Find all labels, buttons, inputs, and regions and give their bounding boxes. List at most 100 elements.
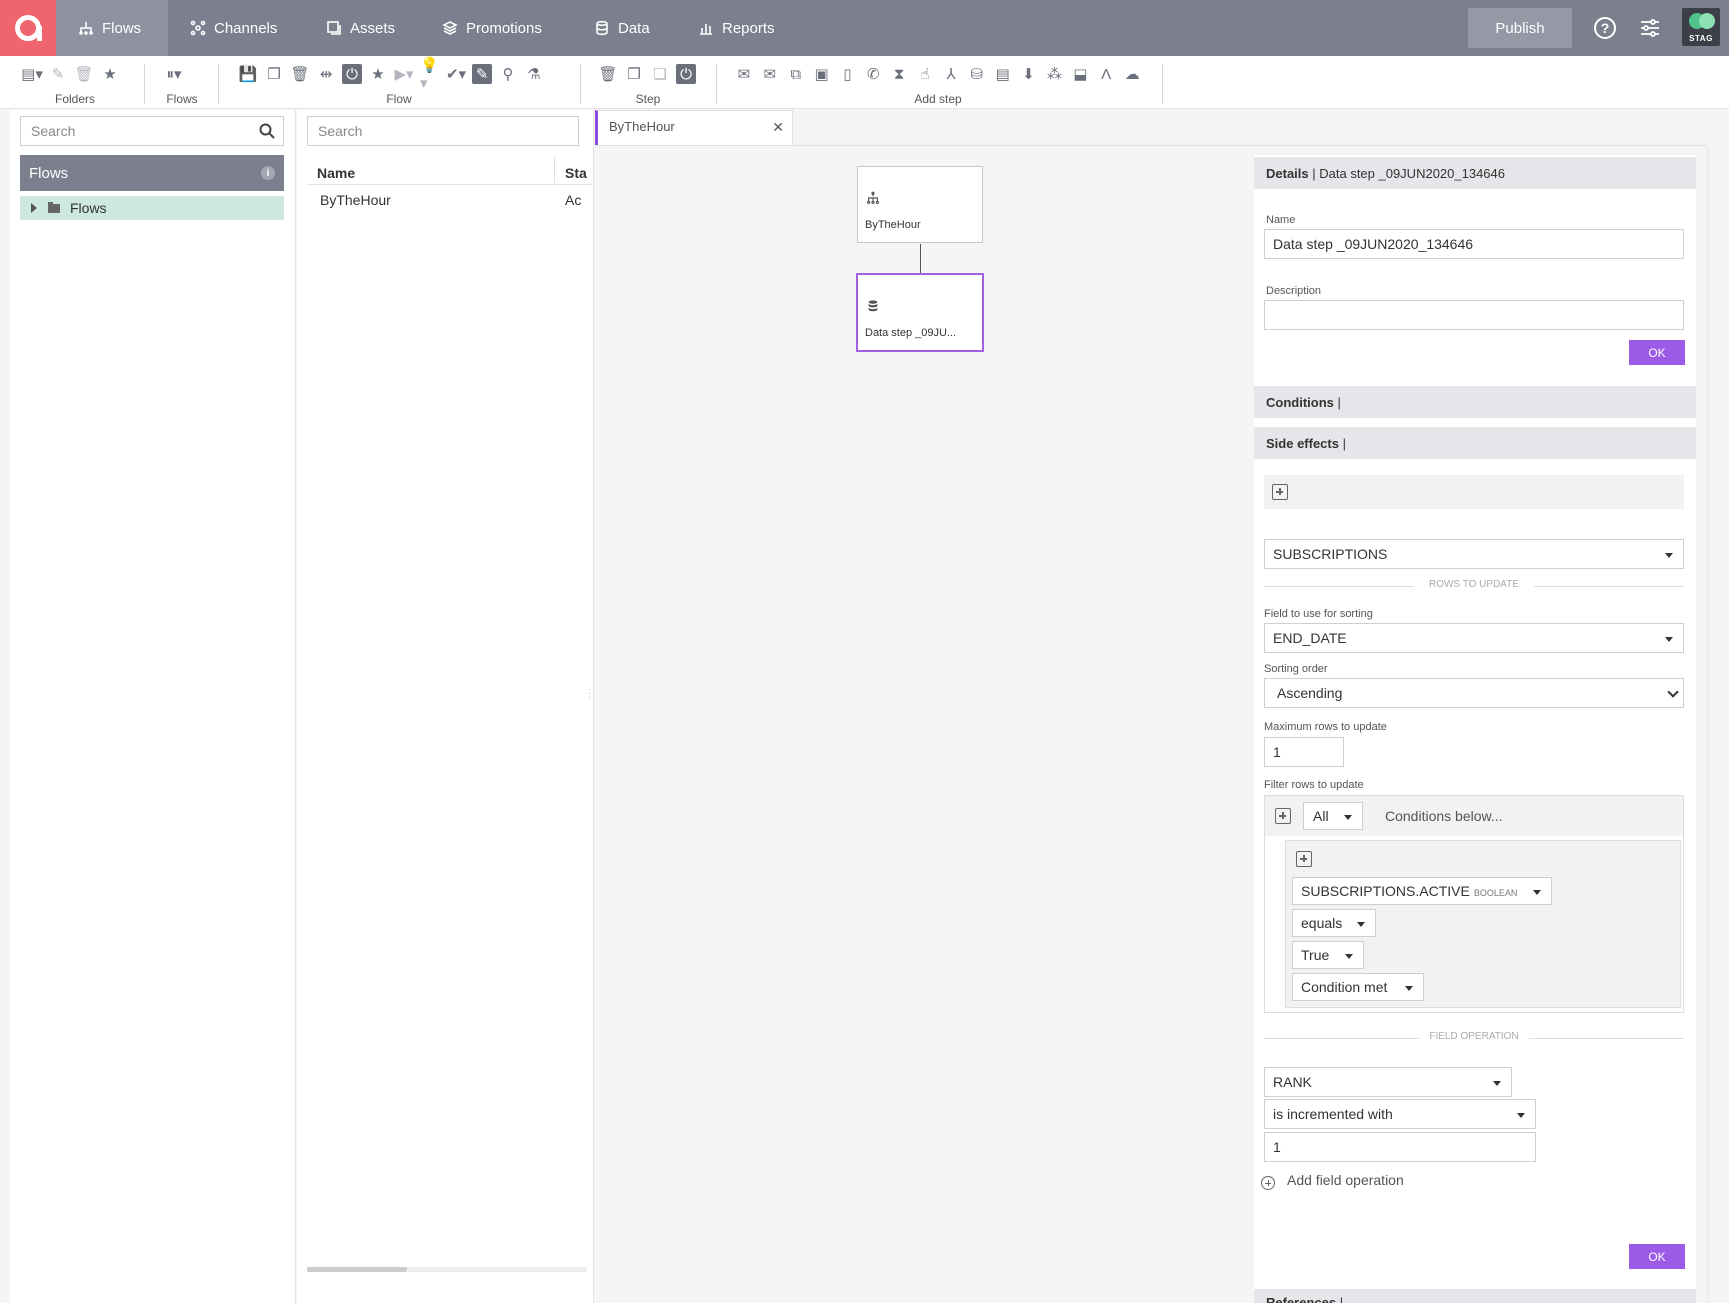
sort-order-value: Ascending	[1277, 685, 1343, 701]
search-flow-icon[interactable]: ⚲	[498, 64, 518, 84]
condition-result-select[interactable]: Condition met	[1292, 973, 1424, 1001]
nav-channels[interactable]: Channels	[168, 0, 299, 56]
column-header-name[interactable]: Name	[317, 165, 355, 181]
environment-badge[interactable]: STAG	[1682, 8, 1720, 46]
export-step-icon[interactable]: ⬓	[1070, 64, 1090, 84]
info-icon[interactable]: i	[261, 166, 275, 180]
new-folder-icon[interactable]: ▤▾	[21, 64, 43, 84]
document-step-icon[interactable]: ▤	[993, 64, 1013, 84]
split-flow-icon[interactable]: ⇹	[316, 64, 336, 84]
folder-search-input[interactable]	[21, 117, 283, 145]
run-flow-icon[interactable]: ▶▾	[394, 64, 414, 84]
add-condition-icon[interactable]	[1275, 808, 1291, 824]
email-advanced-step-icon[interactable]: ✉	[760, 64, 780, 84]
condition-field-select[interactable]: SUBSCRIPTIONS.ACTIVE BOOLEAN	[1292, 877, 1552, 905]
nav-data[interactable]: Data	[572, 0, 672, 56]
condition-value-select[interactable]: True	[1292, 941, 1364, 969]
nav-reports[interactable]: Reports	[676, 0, 797, 56]
conditions-section-header[interactable]: Conditions |	[1254, 386, 1696, 418]
nav-assets[interactable]: Assets	[304, 0, 417, 56]
table-select[interactable]: SUBSCRIPTIONS	[1264, 539, 1684, 569]
caret-down-icon	[1665, 637, 1673, 642]
flow-node-start[interactable]: ByTheHour	[857, 166, 983, 243]
test-flow-icon[interactable]: ⚗	[524, 64, 544, 84]
favorite-folder-icon[interactable]: ★	[100, 64, 120, 84]
flow-search-input[interactable]	[308, 117, 578, 145]
operation-value-input[interactable]	[1264, 1132, 1536, 1162]
delete-flow-icon[interactable]: 🗑	[290, 64, 310, 84]
filter-mode-select[interactable]: All	[1303, 802, 1363, 830]
toolbar-label-add-step: Add step	[914, 92, 962, 106]
wait-step-icon[interactable]: ⧗	[889, 64, 909, 84]
delete-folder-icon[interactable]: 🗑	[74, 64, 94, 84]
page-step-icon[interactable]: ▣	[812, 64, 832, 84]
description-input[interactable]	[1264, 300, 1684, 330]
side-effects-ok-button[interactable]: OK	[1629, 1244, 1685, 1269]
save-flow-icon[interactable]: 💾	[238, 64, 258, 84]
panel-resize-handle[interactable]: · · ·	[588, 685, 592, 703]
references-section-header[interactable]: References |	[1254, 1289, 1696, 1303]
flows-pause-icon[interactable]: ⏸▾	[164, 64, 184, 84]
nav-promotions[interactable]: Promotions	[420, 0, 564, 56]
add-side-effect-icon[interactable]	[1272, 484, 1288, 500]
event-step-icon[interactable]: ☝	[915, 64, 935, 84]
sort-order-select[interactable]: Ascending	[1264, 678, 1684, 708]
edit-folder-icon[interactable]: ✎	[48, 64, 68, 84]
branch-step-icon[interactable]: ⅄	[941, 64, 961, 84]
add-field-operation-link[interactable]: Add field operation	[1287, 1172, 1404, 1188]
paste-step-icon[interactable]: ❏	[650, 64, 670, 84]
email-step-icon[interactable]: ✉	[734, 64, 754, 84]
publish-button[interactable]: Publish	[1468, 8, 1572, 48]
copy-flow-icon[interactable]: ❐	[264, 64, 284, 84]
name-input[interactable]	[1264, 229, 1684, 259]
search-icon[interactable]	[259, 123, 275, 139]
favorite-flow-icon[interactable]: ★	[368, 64, 388, 84]
caret-down-icon	[1493, 1081, 1501, 1086]
mobile-step-icon[interactable]: ▯	[838, 64, 858, 84]
close-icon[interactable]: ✕	[772, 119, 784, 136]
flows-folder-header[interactable]: Flows i	[20, 155, 284, 191]
toolbar-group-flows: ⏸▾ Flows	[164, 62, 200, 106]
condition-operator-select[interactable]: equals	[1292, 909, 1376, 937]
toolbar-group-flow: 💾 ❐ 🗑 ⇹ ⏻ ★ ▶▾ 💡▾ ✔▾ ✎ ⚲ ⚗ Flow	[238, 57, 560, 106]
flow-node-data-step[interactable]: Data step _09JU...	[856, 273, 984, 352]
web-step-icon[interactable]: ⧉	[786, 64, 806, 84]
sort-field-select[interactable]: END_DATE	[1264, 623, 1684, 653]
settings-sliders-icon[interactable]	[1638, 16, 1662, 40]
tree-item-flows[interactable]: Flows	[20, 196, 284, 220]
horizontal-scrollbar[interactable]	[307, 1267, 587, 1272]
name-label: Name	[1266, 214, 1296, 226]
sms-step-icon[interactable]: ✆	[863, 64, 883, 84]
filter-step-icon[interactable]: ⬇	[1019, 64, 1039, 84]
details-ok-button[interactable]: OK	[1629, 340, 1685, 365]
operation-field-select[interactable]: RANK	[1264, 1067, 1512, 1097]
group-step-icon[interactable]: ⁂	[1045, 64, 1065, 84]
side-effects-section-header[interactable]: Side effects |	[1254, 427, 1696, 459]
edit-flow-icon[interactable]: ✎	[472, 64, 492, 84]
ab-step-icon[interactable]: Λ	[1096, 64, 1116, 84]
max-rows-input[interactable]	[1264, 737, 1344, 767]
idea-flow-icon[interactable]: 💡▾	[420, 57, 440, 92]
copy-step-icon[interactable]: ❐	[624, 64, 644, 84]
add-nested-condition-icon[interactable]	[1296, 851, 1312, 867]
nav-flows[interactable]: Flows	[56, 0, 168, 56]
delete-step-icon[interactable]: 🗑	[598, 64, 618, 84]
flow-search	[307, 116, 579, 146]
table-row[interactable]: ByTheHour Ac	[307, 186, 593, 212]
flow-status-cell: Ac	[565, 192, 582, 208]
filter-rows-label: Filter rows to update	[1264, 779, 1364, 791]
column-header-status[interactable]: Sta	[565, 165, 587, 181]
power-flow-icon[interactable]: ⏻	[342, 64, 362, 84]
help-icon[interactable]: ?	[1594, 17, 1616, 39]
tab-bythehour[interactable]: ByTheHour ✕	[595, 110, 793, 145]
caret-right-icon[interactable]	[31, 203, 37, 213]
add-field-operation-icon[interactable]	[1261, 1176, 1275, 1190]
details-scrollbar[interactable]	[1706, 145, 1710, 1303]
validate-flow-icon[interactable]: ✔▾	[446, 64, 466, 84]
cloud-step-icon[interactable]: ☁	[1122, 64, 1142, 84]
app-logo[interactable]	[0, 0, 56, 56]
data-step-icon[interactable]: ⛁	[967, 64, 987, 84]
power-step-icon[interactable]: ⏻	[676, 64, 696, 84]
operation-type-select[interactable]: is incremented with	[1264, 1099, 1536, 1129]
condition-operator-value: equals	[1301, 915, 1343, 931]
